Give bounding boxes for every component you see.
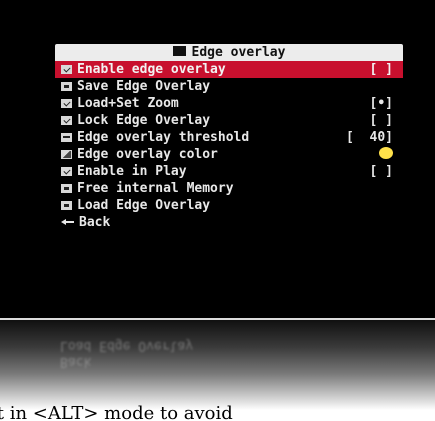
back-arrow-icon: [61, 218, 74, 227]
camera-lcd-screen: Edge overlay Enable edge overlay [ ] Sav…: [0, 0, 435, 320]
menu-item-back[interactable]: Back: [55, 214, 403, 231]
menu-title: Edge overlay: [191, 45, 286, 60]
menu-item-load-set-zoom[interactable]: Load+Set Zoom [•]: [55, 95, 403, 112]
menu-item-label: Enable edge overlay: [77, 62, 226, 77]
toggle-value: [•]: [369, 96, 393, 111]
toggle-value: [ ]: [369, 113, 393, 128]
checkbox-icon: [61, 116, 72, 125]
slider-icon: [61, 133, 72, 142]
toggle-value: [ ]: [369, 164, 393, 179]
menu-item-label: Enable in Play: [77, 164, 187, 179]
overlay-color-dot: [379, 147, 393, 159]
toggle-value: [ ]: [369, 62, 393, 77]
caption-text: it in <ALT> mode to avoid: [0, 403, 233, 421]
screenshot: Edge overlay Enable edge overlay [ ] Sav…: [0, 0, 435, 421]
menu-item-lock-edge-overlay[interactable]: Lock Edge Overlay [ ]: [55, 112, 403, 129]
menu-title-bar: Edge overlay: [55, 44, 403, 61]
menu-item-load-edge-overlay[interactable]: Load Edge Overlay: [55, 197, 403, 214]
menu-item-label: Lock Edge Overlay: [77, 113, 211, 128]
menu-item-save-edge-overlay[interactable]: Save Edge Overlay: [55, 78, 403, 95]
palette-icon: [61, 150, 72, 159]
menu-item-free-internal-memory[interactable]: Free internal Memory: [55, 180, 403, 197]
menu-item-label: Edge overlay threshold: [77, 130, 250, 145]
save-icon: [61, 82, 72, 91]
menu-item-label: Free internal Memory: [77, 181, 234, 196]
checkbox-icon: [61, 99, 72, 108]
reflected-back-item: Back: [60, 354, 92, 369]
screen-reflection: Back Load Edge Overlay: [0, 320, 435, 410]
menu-item-label: Load+Set Zoom: [77, 96, 179, 111]
menu-item-label: Back: [79, 215, 111, 230]
menu-item-edge-overlay-threshold[interactable]: Edge overlay threshold [ 40]: [55, 129, 403, 146]
menu-item-label: Load Edge Overlay: [77, 198, 211, 213]
menu-item-edge-overlay-color[interactable]: Edge overlay color: [55, 146, 403, 163]
checkbox-icon: [61, 65, 72, 74]
menu-icon: [172, 46, 186, 56]
menu-item-enable-edge-overlay[interactable]: Enable edge overlay [ ]: [55, 61, 403, 78]
edge-overlay-menu: Edge overlay Enable edge overlay [ ] Sav…: [55, 44, 403, 231]
color-swatch: [379, 146, 393, 163]
menu-item-label: Save Edge Overlay: [77, 79, 211, 94]
menu-item-label: Edge overlay color: [77, 147, 218, 162]
load-icon: [61, 201, 72, 210]
checkbox-icon: [61, 167, 72, 176]
threshold-value: [ 40]: [346, 130, 393, 145]
menu-item-enable-in-play[interactable]: Enable in Play [ ]: [55, 163, 403, 180]
memory-icon: [61, 184, 72, 193]
reflected-load-item: Load Edge Overlay: [60, 338, 194, 353]
